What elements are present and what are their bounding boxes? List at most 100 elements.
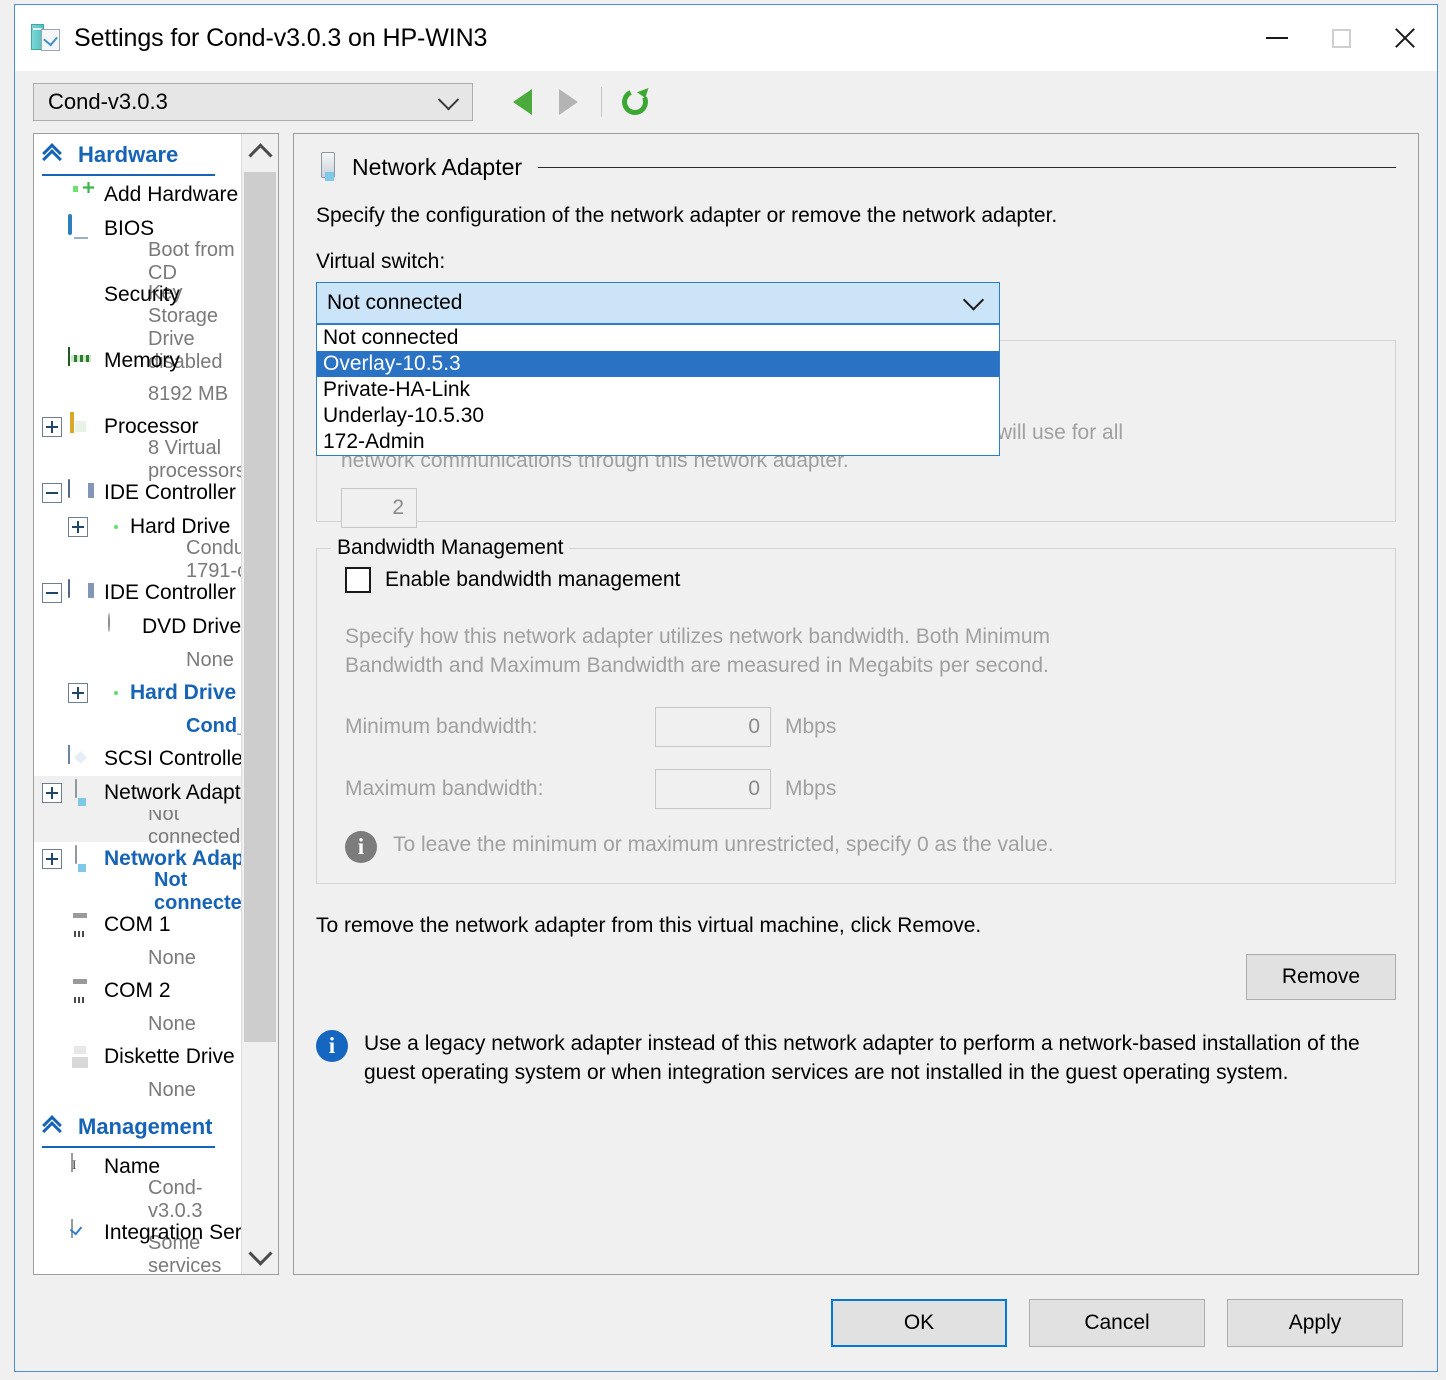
chevron-up-icon [247,142,273,167]
close-button[interactable] [1373,5,1437,71]
section-divider [42,1146,215,1148]
expander-plus-icon[interactable] [42,417,62,437]
tree-section-management[interactable]: Management [34,1106,241,1144]
refresh-button[interactable] [612,82,658,122]
scroll-up-button[interactable] [242,134,278,170]
maximum-bandwidth-label: Maximum bandwidth: [345,776,544,800]
sidebar-item-add-hardware[interactable]: Add Hardware [34,178,241,212]
window-title: Settings for Cond-v3.0.3 on HP-WIN3 [74,23,488,52]
chevron-up-double-icon [42,1117,62,1137]
tree-item-sub-dvd-drive: None [186,648,234,671]
dropdown-option-highlighted[interactable]: Overlay-10.5.3 [317,351,999,377]
tree-item-sub-network-adapter-1: Not connected [34,803,241,848]
sidebar-item-ide-controller-0[interactable]: IDE Controller 0 [34,476,241,510]
dropdown-option[interactable]: 172-Admin [317,429,999,455]
settings-vm-icon [31,22,61,54]
tree-item-sub-com-1: None [148,946,196,969]
expander-minus-icon[interactable] [42,483,62,503]
minimum-bandwidth-label: Minimum bandwidth: [345,714,538,738]
cancel-button[interactable]: Cancel [1029,1299,1205,1347]
tree-item-sub-bios: Boot from CD [148,239,235,284]
sidebar-item-network-adapter-1[interactable]: Network Adapter [34,776,241,810]
enable-bandwidth-row[interactable]: Enable bandwidth management [345,567,1379,593]
expander-plus-icon[interactable] [42,783,62,803]
tree-item-label: BIOS [104,217,155,240]
tree-scrollbar[interactable] [241,134,278,1274]
hard-drive-icon [94,514,122,540]
scrollbar-thumb[interactable] [244,172,276,1042]
expander-plus-icon[interactable] [68,683,88,703]
maximum-bandwidth-input[interactable]: 0 [655,768,771,809]
sidebar-item-processor[interactable]: Processor [34,410,241,444]
tree-item-label: IDE Controller 0 [104,481,241,504]
ok-button[interactable]: OK [831,1299,1007,1347]
diskette-drive-icon [68,1044,96,1070]
minimum-bandwidth-unit: Mbps [785,714,837,738]
security-shield-icon [68,282,96,308]
dropdown-option[interactable]: Private-HA-Link [317,377,999,403]
bandwidth-description: Specify how this network adapter utilize… [345,625,1050,677]
scroll-down-button[interactable] [242,1238,278,1274]
sidebar-item-dvd-drive[interactable]: DVD Drive [34,610,241,644]
dropdown-option[interactable]: Underlay-10.5.30 [317,403,999,429]
minimize-button[interactable] [1245,5,1309,71]
expander-plus-icon[interactable] [68,517,88,537]
ide-controller-icon [68,479,96,506]
tree-item-label: SCSI Controller [104,747,241,770]
chevron-down-icon [962,289,985,311]
com-port-icon [68,912,96,938]
sidebar-item-ide-controller-1[interactable]: IDE Controller 1 [34,576,241,610]
virtual-switch-dropdown-list[interactable]: Not connected Overlay-10.5.3 Private-HA-… [316,324,1000,456]
processor-icon [68,412,96,440]
panel-header: Network Adapter [316,152,1396,182]
sidebar-item-network-adapter-2[interactable]: Network Adapter [34,842,241,876]
minimize-icon [1266,37,1288,39]
sidebar-item-security[interactable]: Security [34,278,241,312]
minimum-bandwidth-row: Minimum bandwidth: 0 Mbps [345,706,1379,747]
minimum-bandwidth-input[interactable]: 0 [655,706,771,747]
vlan-id-input[interactable]: 2 [341,488,417,529]
back-button[interactable] [499,82,545,122]
dropdown-option[interactable]: Not connected [317,325,999,351]
sidebar-item-memory[interactable]: Memory [34,344,241,378]
close-icon [1392,25,1418,51]
vm-selector-combobox[interactable]: Cond-v3.0.3 [33,83,473,121]
tree-section-label: Management [78,1114,213,1139]
virtual-switch-combobox[interactable]: Not connected [316,282,1000,324]
tree-item-label: Diskette Drive [104,1045,235,1068]
tree-section-hardware[interactable]: Hardware [34,134,241,172]
chevron-down-icon [437,89,460,111]
remove-button[interactable]: Remove [1246,953,1396,1000]
bandwidth-hint-text: To leave the minimum or maximum unrestri… [393,832,1054,856]
virtual-switch-label: Virtual switch: [316,250,446,273]
sidebar-item-integration-services[interactable]: Integration Services [34,1216,241,1250]
tree-item-label: Hard Drive [130,515,231,538]
maximize-button[interactable] [1309,5,1373,71]
sidebar-item-bios[interactable]: BIOS [34,212,241,246]
forward-button[interactable] [545,82,591,122]
settings-dialog-screenshot: Settings for Cond-v3.0.3 on HP-WIN3 Cond… [0,0,1446,1380]
info-icon: i [316,1029,348,1062]
remove-instruction: To remove the network adapter from this … [316,913,982,937]
sidebar-item-diskette-drive[interactable]: Diskette Drive [34,1040,241,1074]
tree-section-label: Hardware [78,142,179,167]
bandwidth-group-label: Bandwidth Management [331,536,570,560]
network-adapter-panel: Network Adapter Specify the configuratio… [293,133,1419,1275]
integration-services-icon [68,1219,96,1246]
sidebar-item-hard-drive-ide0[interactable]: Hard Drive [34,510,241,544]
sidebar-item-com-2[interactable]: COM 2 [34,974,241,1008]
sidebar-item-hard-drive-ide1[interactable]: Hard Drive [34,676,241,710]
tree-item-label: Hard Drive [130,681,237,704]
vlan-id-value: 2 [392,496,404,520]
enable-bandwidth-checkbox[interactable] [345,567,371,593]
forward-arrow-icon [558,89,578,115]
info-icon: i [345,830,377,863]
apply-button[interactable]: Apply [1227,1299,1403,1347]
bandwidth-management-group: Bandwidth Management Enable bandwidth ma… [316,536,1396,884]
expander-minus-icon[interactable] [42,583,62,603]
expander-plus-icon[interactable] [42,849,62,869]
sidebar-item-com-1[interactable]: COM 1 [34,908,241,942]
bandwidth-hint-row: i To leave the minimum or maximum unrest… [345,830,1379,863]
sidebar-item-name[interactable]: I Name [34,1150,241,1184]
sidebar-item-scsi-controller[interactable]: SCSI Controller [34,742,241,776]
